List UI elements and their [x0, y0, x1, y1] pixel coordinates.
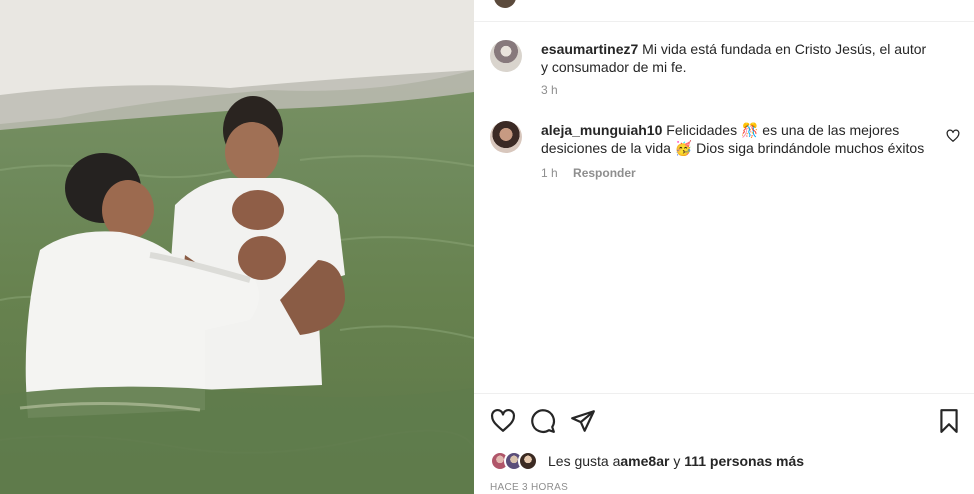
comment-body: esaumartinez7 Mi vida está fundada en Cr…	[541, 40, 936, 76]
likes-connector: y	[669, 453, 685, 469]
avatar	[518, 451, 538, 471]
avatar[interactable]	[490, 121, 522, 153]
likes-prefix: Les gusta a	[548, 453, 621, 469]
bookmark-icon[interactable]	[936, 408, 962, 434]
comment-time[interactable]: 1 h	[541, 166, 558, 180]
share-send-icon[interactable]	[570, 408, 596, 434]
comment-username[interactable]: esaumartinez7	[541, 41, 638, 57]
comment-item: aleja_munguiah10 Felicidades 🎊 es una de…	[490, 121, 960, 183]
avatar[interactable]	[490, 40, 522, 72]
author-avatar[interactable]	[494, 0, 516, 8]
comments-panel: esaumartinez7 Mi vida está fundada en Cr…	[474, 0, 974, 494]
likes-count[interactable]: 111 personas más	[684, 453, 804, 469]
comment-time[interactable]: 3 h	[541, 83, 558, 97]
comment-body: aleja_munguiah10 Felicidades 🎊 es una de…	[541, 121, 936, 157]
comment-meta: 1 h Responder	[541, 166, 648, 180]
baptism-photo	[0, 0, 474, 494]
comment-meta: 3 h	[541, 83, 570, 97]
post-header-strip	[474, 0, 974, 22]
comment-username[interactable]: aleja_munguiah10	[541, 122, 662, 138]
post-photo[interactable]	[0, 0, 474, 494]
reply-button[interactable]: Responder	[573, 166, 636, 180]
post-actions: Les gusta a ame8ar y 111 personas más Ha…	[474, 393, 974, 494]
liker-username[interactable]: ame8ar	[620, 453, 669, 469]
liker-avatars	[490, 450, 542, 472]
comment-bubble-icon[interactable]	[530, 408, 556, 434]
like-heart-icon[interactable]	[490, 408, 516, 434]
like-comment-heart-icon[interactable]	[946, 129, 960, 143]
post-timestamp[interactable]: Hace 3 horas	[490, 482, 568, 493]
comment-item: esaumartinez7 Mi vida está fundada en Cr…	[490, 40, 960, 100]
likes-summary[interactable]: Les gusta a ame8ar y 111 personas más	[490, 450, 804, 472]
